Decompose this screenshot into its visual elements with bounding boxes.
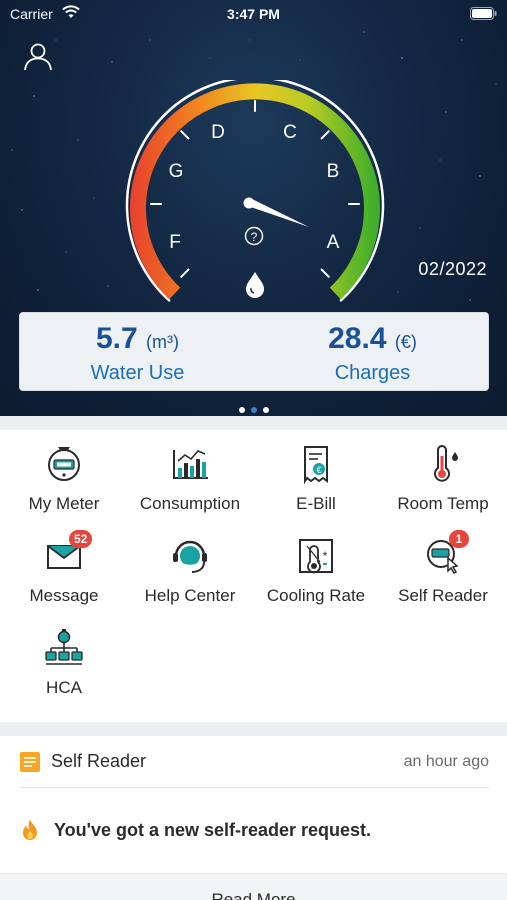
charges-value: 28.4 — [328, 322, 387, 355]
grade-label-a: A — [327, 232, 340, 253]
notification-message: You've got a new self-reader request. — [54, 820, 372, 840]
gauge-color-arc — [130, 83, 380, 300]
grade-label-g: G — [169, 161, 184, 182]
help-symbol: ? — [251, 230, 258, 244]
charges-unit: (€) — [394, 332, 417, 352]
menu-label: E-Bill — [296, 494, 336, 513]
help-icon[interactable]: ? — [244, 226, 264, 246]
section-divider — [0, 416, 507, 430]
svg-text:€: € — [316, 465, 321, 475]
menu-room-temp[interactable]: Room Temp — [380, 430, 506, 520]
document-icon — [20, 752, 40, 772]
hca-icon — [45, 629, 83, 665]
water-drop-icon — [246, 272, 264, 298]
grade-label-c: C — [283, 122, 297, 143]
page-dot-2[interactable] — [250, 407, 257, 413]
notification-header: Self Reader an hour ago — [19, 750, 489, 788]
dashboard-hero: Carrier 3:47 PM G D C B F A ? 02/2022 5.… — [0, 0, 507, 416]
menu-cooling-rate[interactable]: * Cooling Rate — [253, 522, 379, 612]
menu-consumption[interactable]: Consumption — [127, 430, 253, 520]
menu-message[interactable]: 52 Message — [1, 522, 127, 612]
charges-summary[interactable]: 28.4 (€) Charges — [255, 321, 490, 386]
notification-title: Self Reader — [51, 751, 147, 771]
water-use-value: 5.7 — [95, 322, 138, 355]
meter-icon — [48, 447, 80, 481]
self-reader-badge: 1 — [449, 530, 469, 548]
read-more-bar[interactable]: Read More — [0, 873, 507, 900]
read-more-button[interactable]: Read More — [0, 890, 507, 900]
menu-label: Consumption — [139, 494, 241, 513]
page-dot-3[interactable] — [262, 407, 269, 413]
charges-label: Charges — [334, 362, 411, 384]
svg-text:*: * — [323, 549, 328, 563]
menu-my-meter[interactable]: My Meter — [1, 430, 127, 520]
gauge-needle — [243, 197, 309, 227]
fire-icon — [23, 819, 37, 840]
menu-e-bill[interactable]: € E-Bill — [253, 430, 379, 520]
water-use-unit: (m³) — [146, 332, 180, 352]
menu-label: My Meter — [28, 494, 100, 513]
notification-time: an hour ago — [403, 753, 489, 770]
headset-icon — [173, 540, 207, 573]
menu-label: Self Reader — [398, 586, 488, 605]
notification-card[interactable]: Self Reader an hour ago You've got a new… — [0, 736, 507, 900]
gauge-rim — [125, 80, 385, 303]
notification-body: You've got a new self-reader request. — [19, 818, 489, 846]
grade-label-d: D — [211, 122, 225, 143]
menu-label: Room Temp — [397, 494, 489, 513]
grade-label-f: F — [169, 232, 181, 253]
usage-summary-card[interactable]: 5.7 (m³) Water Use 28.4 (€) Charges — [19, 312, 489, 391]
menu-label: Message — [29, 586, 99, 605]
status-time: 3:47 PM — [227, 6, 280, 22]
section-divider — [0, 722, 507, 736]
menu-label: Cooling Rate — [266, 586, 366, 605]
menu-help-center[interactable]: Help Center — [127, 522, 253, 612]
billing-period[interactable]: 02/2022 — [418, 259, 487, 280]
profile-icon[interactable] — [22, 40, 54, 72]
menu-hca[interactable]: HCA — [1, 614, 127, 704]
menu-self-reader[interactable]: 1 Self Reader — [380, 522, 506, 612]
status-bar: Carrier 3:47 PM — [0, 0, 507, 30]
battery-icon — [470, 7, 497, 20]
menu-label: HCA — [46, 678, 82, 697]
message-badge: 52 — [69, 530, 93, 548]
page-indicator[interactable] — [0, 400, 507, 416]
menu-label: Help Center — [144, 586, 236, 605]
cooling-icon: * — [299, 539, 333, 574]
feature-menu: My Meter Consumption € E-Bill Room Temp … — [0, 430, 507, 722]
chart-icon — [173, 450, 208, 479]
thermometer-icon — [434, 445, 458, 482]
page-dot-1[interactable] — [238, 407, 245, 413]
grade-label-b: B — [327, 161, 340, 182]
bill-icon: € — [304, 446, 328, 484]
water-use-summary[interactable]: 5.7 (m³) Water Use — [20, 321, 255, 386]
water-use-label: Water Use — [90, 362, 185, 384]
